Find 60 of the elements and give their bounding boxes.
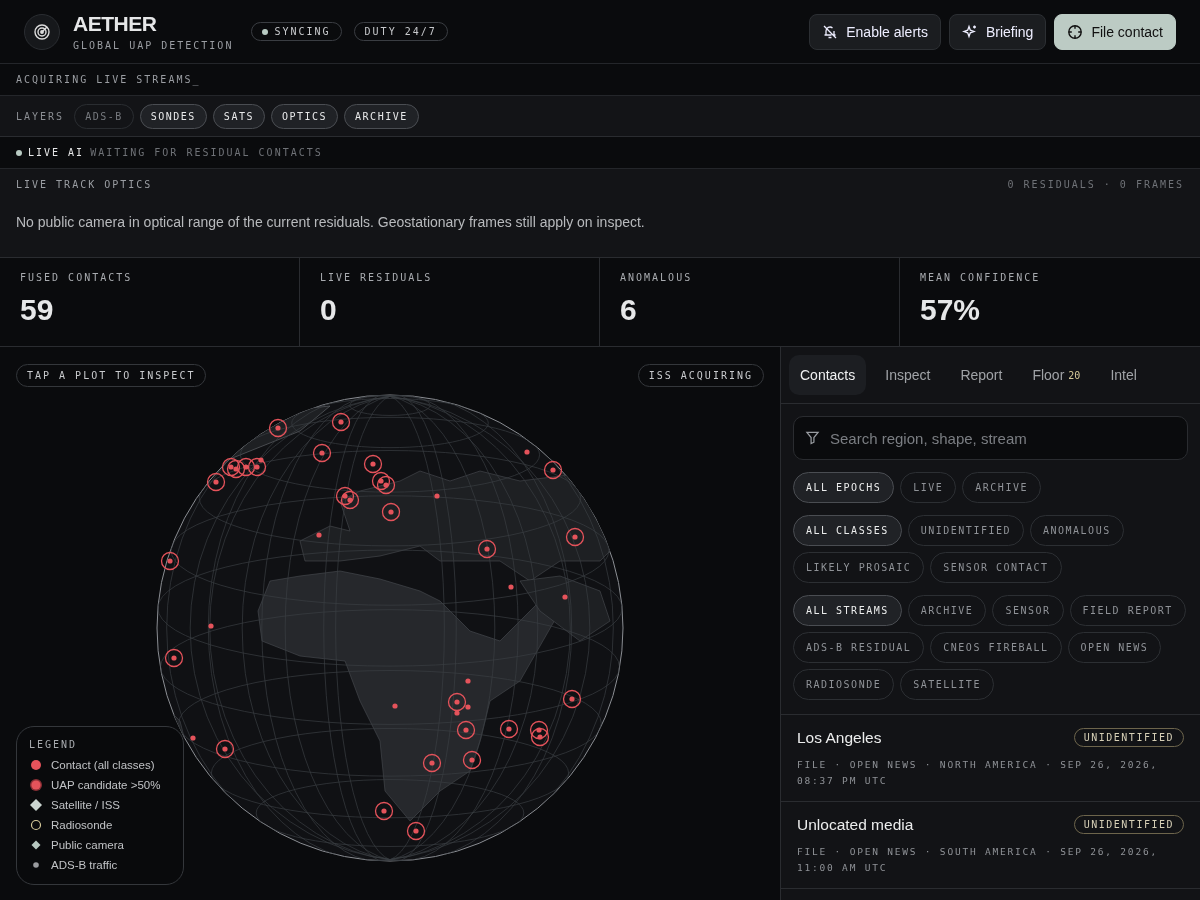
contact-meta: FILE · OPEN NEWS · NORTH AMERICA · SEP 26, 2026, 08:37 PM UTC [797, 758, 1159, 788]
stat-value: 0 [320, 293, 338, 327]
sparkle-icon [961, 23, 978, 40]
layer-toggle[interactable]: SATS [212, 103, 265, 129]
legend-marker-icon [29, 818, 43, 832]
stat-label: ANOMALOUS [620, 272, 694, 283]
filter-chip[interactable]: ALL STREAMS [793, 595, 902, 626]
layer-toggle[interactable]: ARCHIVE [344, 103, 419, 129]
action-button[interactable]: Briefing [948, 13, 1047, 50]
legend-label: UAP candidate >50% [51, 779, 161, 791]
stat-label: FUSED CONTACTS [20, 272, 134, 283]
panel-tab[interactable]: Contacts [789, 355, 867, 395]
contact-title: Unlocated media [797, 815, 914, 834]
iss-status: ISS ACQUIRING [637, 364, 764, 387]
panel-tab[interactable]: Floor 20 [1021, 355, 1092, 395]
optics-message: No public camera in optical range of the current residuals. Geostationary frames still apply on inspect. [16, 214, 646, 230]
legend-label: Contact (all classes) [51, 759, 155, 771]
live-dot [16, 149, 22, 156]
panel-tab[interactable]: Intel [1099, 355, 1148, 395]
panel-tab[interactable]: Inspect [874, 355, 942, 395]
legend-label: Radiosonde [51, 819, 113, 831]
contact-meta: FILE · OPEN NEWS · SOUTH AMERICA · SEP 26, 2026, 11:00 AM UTC [797, 845, 1159, 875]
action-button[interactable]: Enable alerts [809, 13, 941, 50]
search-field[interactable]: Search region, shape, stream [793, 416, 1188, 460]
crosshair-icon [1067, 23, 1084, 40]
stat-value: 57% [920, 293, 982, 327]
legend-label: ADS-B traffic [51, 859, 118, 871]
bell-off-icon [822, 23, 839, 40]
tab-count: 20 [1068, 369, 1081, 381]
contact-title: Los Angeles [797, 728, 882, 747]
stat-value: 59 [20, 293, 55, 327]
legend-marker-icon [29, 758, 43, 772]
stat-value: 6 [620, 293, 638, 327]
legend-marker-icon [29, 778, 43, 792]
stat-label: LIVE RESIDUALS [320, 272, 434, 283]
app-title: AETHER [73, 12, 158, 36]
optics-counts: 0 RESIDUALS · 0 FRAMES [1007, 179, 1184, 190]
panel-tab[interactable]: Report [949, 355, 1014, 395]
legend-marker-icon [29, 838, 43, 852]
layers-label: LAYERS [16, 110, 65, 122]
layer-toggle[interactable]: OPTICS [270, 103, 339, 129]
optics-title: LIVE TRACK OPTICS [16, 179, 153, 190]
contact-row[interactable]: Los Angeles UNIDENTIFIED FILE · OPEN NEWS · NORTH AMERICA · SEP 26, 2026, 08:37 PM UTC [781, 715, 1200, 802]
contact-row[interactable]: Unlocated media UNIDENTIFIED FILE · OPEN NEWS · SOUTH AMERICA · SEP 26, 2026, 11:00 AM UTC [781, 802, 1200, 889]
app-tagline: GLOBAL UAP DETECTION [73, 40, 234, 51]
layer-toggle[interactable]: SONDES [139, 103, 207, 129]
legend-label: Satellite / ISS [51, 799, 121, 811]
filter-icon [805, 430, 820, 445]
legend-marker-icon [29, 798, 43, 812]
ticker-text: ACQUIRING LIVE STREAMS_ [16, 74, 201, 85]
live-ai-label: LIVE AI [28, 147, 85, 158]
map-hint: TAP A PLOT TO INSPECT [16, 364, 207, 387]
live-ai-status: WAITING FOR RESIDUAL CONTACTS [90, 147, 323, 158]
action-button[interactable]: File contact [1054, 13, 1176, 50]
stat-label: MEAN CONFIDENCE [920, 272, 1042, 283]
legend-label: Public camera [51, 839, 124, 851]
filter-chip[interactable]: ALL EPOCHS [793, 472, 895, 503]
filter-chip[interactable]: ALL CLASSES [793, 515, 902, 546]
legend-title: LEGEND [29, 739, 79, 750]
radar-logo-icon [24, 13, 60, 50]
